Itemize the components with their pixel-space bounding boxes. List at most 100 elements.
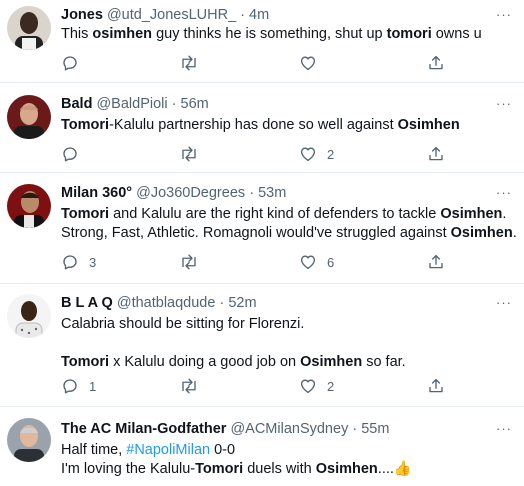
display-name[interactable]: B L A Q [61, 295, 113, 311]
highlight-term: Tomori [61, 117, 110, 133]
highlight-term: osimhen [92, 26, 153, 42]
share-button[interactable] [427, 53, 445, 73]
highlight-term: Tomori [195, 461, 244, 477]
retweet-icon [182, 378, 196, 394]
tweet-header: Bald @BaldPioli · 56m [61, 95, 209, 113]
reply-icon [63, 379, 77, 394]
more-options-icon[interactable]: ··· [496, 420, 512, 438]
like-button[interactable]: 2 [299, 144, 334, 164]
display-name[interactable]: The AC Milan-Godfather [61, 421, 226, 437]
text-segment: This [61, 26, 93, 42]
avatar-image [7, 95, 51, 139]
like-button[interactable] [299, 53, 327, 73]
text-segment: . [502, 206, 507, 222]
text-segment: duels with [243, 461, 316, 477]
text-segment: Strong, Fast, Athletic. Romagnoli would'… [61, 225, 451, 241]
retweet-button[interactable] [179, 252, 209, 272]
avatar[interactable] [7, 95, 51, 139]
tweet[interactable]: Milan 360° @Jo360Degrees · 53m ··· Tomor… [0, 173, 524, 284]
like-count: 2 [327, 146, 335, 162]
separator: · [352, 421, 358, 437]
like-button[interactable]: 2 [299, 376, 334, 396]
retweet-icon [182, 55, 196, 71]
tweet-text: Tomori and Kalulu are the right kind of … [61, 205, 517, 243]
timestamp[interactable]: 53m [258, 185, 286, 201]
retweet-icon [182, 146, 196, 162]
reply-button[interactable]: 3 [61, 252, 96, 272]
tweet-text-line: I'm loving the Kalulu-Tomori duels with … [61, 460, 412, 479]
reply-button[interactable]: 1 [61, 376, 96, 396]
user-handle[interactable]: @ACMilanSydney [230, 421, 348, 437]
tweet-text-line: Calabria should be sitting for Florenzi. [61, 315, 406, 334]
avatar[interactable] [7, 184, 51, 228]
share-icon [429, 55, 443, 70]
reply-icon [63, 56, 77, 71]
share-button[interactable] [427, 376, 445, 396]
avatar-image [7, 418, 51, 462]
heart-icon [300, 56, 316, 71]
text-segment: . [512, 225, 517, 241]
avatar[interactable] [7, 294, 51, 338]
more-options-icon[interactable]: ··· [496, 6, 512, 24]
like-count: 2 [327, 378, 335, 394]
tweet-header: B L A Q @thatblaqdude · 52m [61, 294, 257, 312]
retweet-button[interactable] [179, 376, 209, 396]
reply-icon [63, 255, 77, 270]
text-segment: owns u [431, 26, 482, 42]
retweet-button[interactable] [179, 144, 209, 164]
avatar-image [7, 294, 51, 338]
separator: · [249, 185, 255, 201]
user-handle[interactable]: @thatblaqdude [117, 295, 216, 311]
text-segment: .... [377, 461, 394, 477]
avatar-image [7, 184, 51, 228]
text-segment: x Kalulu doing a good job on [109, 354, 301, 370]
tweet-text: Tomori-Kalulu partnership has done so we… [61, 116, 460, 135]
tweet-text-line: Strong, Fast, Athletic. Romagnoli would'… [61, 224, 517, 243]
timestamp[interactable]: 4m [249, 7, 269, 23]
text-segment: I'm loving the Kalulu- [61, 461, 196, 477]
hashtag-link[interactable]: #NapoliMilan [126, 442, 210, 458]
timestamp[interactable]: 55m [361, 421, 389, 437]
timestamp[interactable]: 52m [228, 295, 256, 311]
share-button[interactable] [427, 252, 445, 272]
share-button[interactable] [427, 144, 445, 164]
tweet-feed: Jones @utd_JonesLUHR_ · 4m ··· This osim… [0, 0, 524, 486]
tweet[interactable]: Bald @BaldPioli · 56m ··· Tomori-Kalulu … [0, 83, 524, 173]
retweet-button[interactable] [179, 53, 209, 73]
reply-button[interactable] [61, 144, 89, 164]
tweet-text: Half time, #NapoliMilan 0-0 I'm loving t… [61, 441, 412, 479]
avatar[interactable] [7, 418, 51, 462]
display-name[interactable]: Milan 360° [61, 185, 132, 201]
more-options-icon[interactable]: ··· [496, 294, 512, 312]
tweet-actions: 3 6 [61, 252, 451, 272]
tweet-actions: 2 [61, 144, 451, 164]
text-segment: so far. [362, 354, 406, 370]
tweet-text: This osimhen guy thinks he is something,… [61, 25, 482, 44]
user-handle[interactable]: @utd_JonesLUHR_ [107, 7, 236, 23]
tweet-text-line: Half time, #NapoliMilan 0-0 [61, 441, 412, 460]
avatar[interactable] [7, 6, 51, 50]
avatar-image [7, 6, 51, 50]
reply-button[interactable] [61, 53, 89, 73]
user-handle[interactable]: @Jo360Degrees [136, 185, 245, 201]
tweet[interactable]: B L A Q @thatblaqdude · 52m ··· Calabria… [0, 284, 524, 407]
tweet[interactable]: The AC Milan-Godfather @ACMilanSydney · … [0, 407, 524, 486]
display-name[interactable]: Jones [61, 7, 103, 23]
tweet[interactable]: Jones @utd_JonesLUHR_ · 4m ··· This osim… [0, 0, 524, 83]
highlight-term: Osimhen [440, 206, 503, 222]
separator: · [219, 295, 225, 311]
highlight-term: tomori [386, 26, 432, 42]
display-name[interactable]: Bald [61, 96, 92, 112]
heart-icon [300, 147, 316, 162]
retweet-icon [182, 254, 196, 270]
more-options-icon[interactable]: ··· [496, 95, 512, 113]
like-button[interactable]: 6 [299, 252, 334, 272]
tweet-actions: 1 2 [61, 376, 451, 396]
highlight-term: Tomori [61, 354, 110, 370]
user-handle[interactable]: @BaldPioli [96, 96, 167, 112]
tweet-header: Jones @utd_JonesLUHR_ · 4m [61, 6, 269, 24]
timestamp[interactable]: 56m [181, 96, 209, 112]
highlight-term: Tomori [61, 206, 110, 222]
more-options-icon[interactable]: ··· [496, 184, 512, 202]
